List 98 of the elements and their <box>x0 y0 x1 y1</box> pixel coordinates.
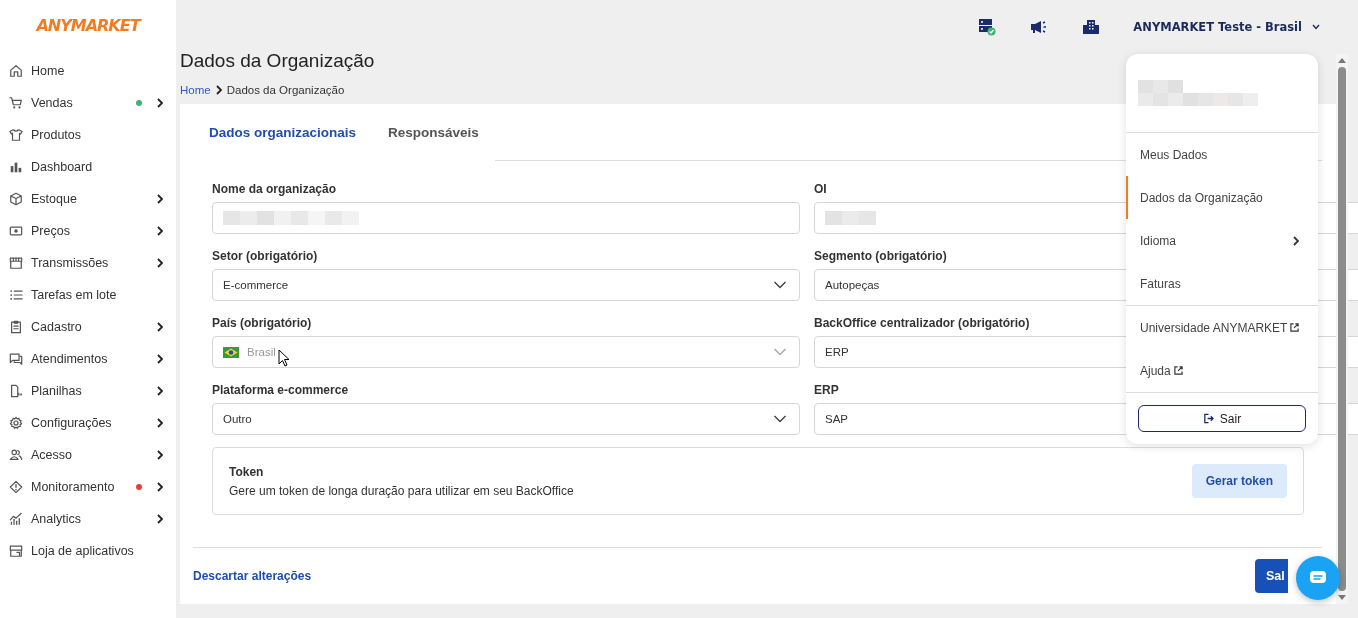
nav-label: Produtos <box>31 128 83 142</box>
save-button[interactable]: Sal <box>1255 559 1288 593</box>
storefront-icon <box>9 544 23 558</box>
nav-item[interactable]: Transmissões <box>0 247 176 279</box>
nav-item[interactable]: Atendimentos <box>0 343 176 375</box>
generate-token-button[interactable]: Gerar token <box>1191 464 1287 498</box>
redacted-value <box>825 211 876 225</box>
mouse-cursor-icon <box>278 349 290 367</box>
banknote-icon <box>9 224 23 238</box>
nav-label: Acesso <box>31 448 73 462</box>
nav-label: Planilhas <box>31 384 83 398</box>
page-title: Dados da Organização <box>180 50 376 73</box>
nav-label: Home <box>31 64 66 78</box>
tab[interactable]: Dados organizacionais <box>209 104 373 161</box>
bar-chart-icon <box>9 160 23 174</box>
chart-icon <box>9 512 23 526</box>
chat-icon <box>9 352 23 366</box>
menu-item[interactable]: Dados da Organização <box>1126 176 1318 219</box>
nav-label: Monitoramento <box>31 480 116 494</box>
storefront-icon <box>9 256 23 270</box>
nav-item[interactable]: Analytics <box>0 503 176 535</box>
nav-label: Transmissões <box>31 256 110 270</box>
nav-label: Tarefas em lote <box>31 288 118 302</box>
menu-item[interactable]: Idioma <box>1126 219 1318 262</box>
nav-item[interactable]: Monitoramento <box>0 471 176 503</box>
discard-link[interactable]: Descartar alterações <box>193 569 312 583</box>
select-field[interactable]: E-commerce <box>212 269 800 301</box>
breadcrumb-link[interactable]: Home <box>180 84 211 96</box>
field-label: Nome da organização <box>212 182 337 196</box>
nav-item[interactable]: Planilhas <box>0 375 176 407</box>
nav-item[interactable]: Acesso <box>0 439 176 471</box>
nav-item[interactable]: Configurações <box>0 407 176 439</box>
nav-item[interactable]: Dashboard <box>0 151 176 183</box>
home-icon <box>9 64 23 78</box>
nav-item[interactable]: Vendas <box>0 87 176 119</box>
nav-label: Estoque <box>31 192 78 206</box>
nav-item[interactable]: Estoque <box>0 183 176 215</box>
chevron-down-icon[interactable] <box>773 280 787 290</box>
tab[interactable]: Responsáveis <box>372 104 495 161</box>
select-field[interactable]: Outro <box>212 403 800 435</box>
field-label: ERP <box>814 383 839 397</box>
field-value: SAP <box>825 413 848 425</box>
account-menu-button[interactable]: ANYMARKET Teste - Brasil <box>1133 20 1320 34</box>
nav-item[interactable]: Home <box>0 55 176 87</box>
menu-item[interactable]: Meus Dados <box>1126 133 1318 176</box>
nav-label: Analytics <box>31 512 83 526</box>
clipboard-icon <box>9 320 23 334</box>
list-icon <box>9 288 23 302</box>
cube-icon <box>9 192 23 206</box>
field-value: E-commerce <box>223 279 289 291</box>
nav-label: Vendas <box>31 96 74 110</box>
logo: ANYMARKET <box>36 16 140 35</box>
external-link-icon <box>1290 323 1300 332</box>
file-icon <box>9 384 23 398</box>
flag-icon <box>223 346 239 358</box>
nav-item[interactable]: Tarefas em lote <box>0 279 176 311</box>
token-description: Gere um token de longa duração para utilizar em seu BackOffice <box>229 483 575 498</box>
chat-bubble-icon <box>1309 570 1327 586</box>
logout-button[interactable]: Sair <box>1138 405 1306 432</box>
field-label: Segmento (obrigatório) <box>814 249 947 263</box>
gear-icon <box>9 416 23 430</box>
field-label: Setor (obrigatório) <box>212 249 318 263</box>
building-icon[interactable] <box>1083 19 1100 35</box>
people-icon <box>9 448 23 462</box>
nav-item[interactable]: Cadastro <box>0 311 176 343</box>
nav-label: Cadastro <box>31 320 83 334</box>
external-link-icon <box>1173 366 1183 375</box>
field-value: Outro <box>223 413 252 425</box>
server-check-icon[interactable] <box>978 18 997 36</box>
chevron-down-icon[interactable] <box>773 414 787 424</box>
nav-item[interactable]: Preços <box>0 215 176 247</box>
nav-label: Loja de aplicativos <box>31 544 135 558</box>
field-value: ERP <box>825 346 849 358</box>
nav-item[interactable]: Loja de aplicativos <box>0 535 176 567</box>
chevron-down-icon <box>1312 24 1320 30</box>
nav-label: Configurações <box>31 416 113 430</box>
scrollbar[interactable] <box>1336 54 1348 604</box>
nav-item[interactable]: Produtos <box>0 119 176 151</box>
nav-label: Preços <box>31 224 71 238</box>
scroll-up-icon <box>1338 58 1346 63</box>
chevron-right-icon <box>1292 235 1300 246</box>
cart-icon <box>9 96 23 110</box>
text-field[interactable] <box>212 202 800 234</box>
field-label: BackOffice centralizador (obrigatório) <box>814 316 1030 330</box>
nav-label: Atendimentos <box>31 352 109 366</box>
warning-icon <box>9 480 23 494</box>
chevron-right-icon <box>214 85 223 95</box>
breadcrumb-current: Dados da Organização <box>226 84 345 96</box>
nav-label: Dashboard <box>31 160 94 174</box>
field-label: País (obrigatório) <box>212 316 312 330</box>
field-label: Plataforma e-commerce <box>212 383 349 397</box>
shirt-icon <box>9 128 23 142</box>
token-title: Token <box>229 464 265 479</box>
field-label: OI <box>814 182 827 196</box>
logout-icon <box>1202 413 1214 424</box>
scroll-down-icon <box>1338 595 1346 600</box>
field-value: Autopeças <box>825 279 880 291</box>
megaphone-icon[interactable] <box>1030 20 1049 34</box>
